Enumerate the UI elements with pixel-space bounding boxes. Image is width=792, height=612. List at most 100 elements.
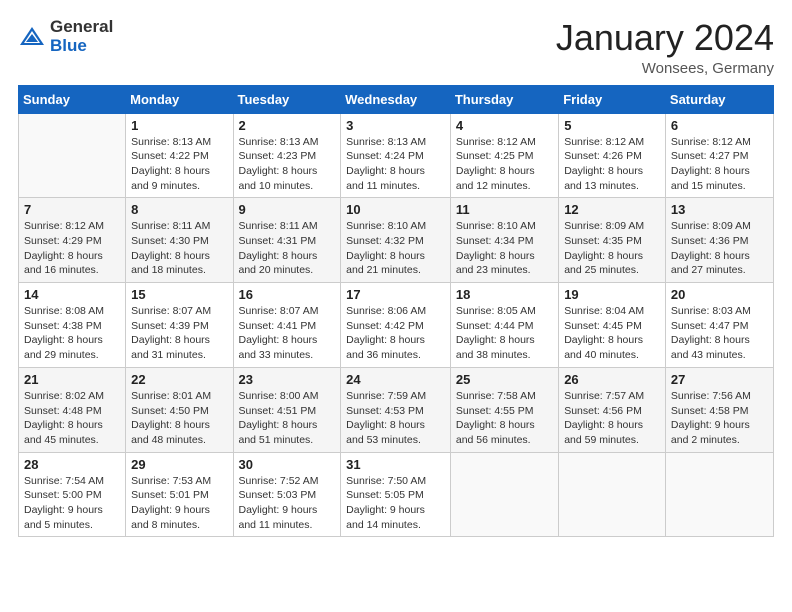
day-number: 25 [456, 372, 553, 387]
logo-blue-text: Blue [50, 37, 113, 56]
day-number: 14 [24, 287, 120, 302]
logo-icon [18, 23, 46, 51]
calendar-cell: 31Sunrise: 7:50 AM Sunset: 5:05 PM Dayli… [341, 452, 451, 537]
day-info: Sunrise: 8:12 AM Sunset: 4:26 PM Dayligh… [564, 135, 660, 194]
calendar-cell: 23 Sunrise: 8:00 AM Sunset: 4:51 PM Dayli… [233, 367, 341, 452]
calendar-cell: 25 Sunrise: 7:58 AM Sunset: 4:55 PM Dayli… [450, 367, 558, 452]
calendar-cell: 2 Sunrise: 8:13 AM Sunset: 4:23 PM Daylig… [233, 113, 341, 198]
calendar-cell: 28Sunrise: 7:54 AM Sunset: 5:00 PM Dayli… [19, 452, 126, 537]
calendar-table: SundayMondayTuesdayWednesdayThursdayFrid… [18, 85, 774, 538]
day-number: 13 [671, 202, 768, 217]
calendar-cell: 18 Sunrise: 8:05 AM Sunset: 4:44 PM Dayli… [450, 283, 558, 368]
title-block: January 2024 Wonsees, Germany [556, 18, 774, 77]
day-info: Sunrise: 8:02 AM Sunset: 4:48 PM Dayligh… [24, 389, 120, 448]
day-info: Sunrise: 8:09 AM Sunset: 4:35 PM Dayligh… [564, 219, 660, 278]
calendar-week-row: 28Sunrise: 7:54 AM Sunset: 5:00 PM Dayli… [19, 452, 774, 537]
calendar-cell: 7Sunrise: 8:12 AM Sunset: 4:29 PM Daylig… [19, 198, 126, 283]
day-number: 4 [456, 118, 553, 133]
day-number: 16 [239, 287, 336, 302]
calendar-cell: 14 Sunrise: 8:08 AM Sunset: 4:38 PM Dayli… [19, 283, 126, 368]
calendar-cell: 21 Sunrise: 8:02 AM Sunset: 4:48 PM Dayli… [19, 367, 126, 452]
day-info: Sunrise: 7:53 AM Sunset: 5:01 PM Dayligh… [131, 474, 227, 533]
day-number: 17 [346, 287, 445, 302]
day-info: Sunrise: 7:50 AM Sunset: 5:05 PM Dayligh… [346, 474, 445, 533]
day-info: Sunrise: 8:11 AM Sunset: 4:30 PM Dayligh… [131, 219, 227, 278]
day-info: Sunrise: 7:54 AM Sunset: 5:00 PM Dayligh… [24, 474, 120, 533]
weekday-header-sunday: Sunday [19, 85, 126, 113]
calendar-cell: 6Sunrise: 8:12 AM Sunset: 4:27 PM Daylig… [665, 113, 773, 198]
day-number: 29 [131, 457, 227, 472]
calendar-cell: 24 Sunrise: 7:59 AM Sunset: 4:53 PM Dayli… [341, 367, 451, 452]
calendar-cell: 17 Sunrise: 8:06 AM Sunset: 4:42 PM Dayli… [341, 283, 451, 368]
day-info: Sunrise: 8:10 AM Sunset: 4:34 PM Dayligh… [456, 219, 553, 278]
calendar-cell: 13 Sunrise: 8:09 AM Sunset: 4:36 PM Dayli… [665, 198, 773, 283]
day-info: Sunrise: 8:12 AM Sunset: 4:25 PM Dayligh… [456, 135, 553, 194]
logo-general-text: General [50, 18, 113, 37]
day-info: Sunrise: 8:09 AM Sunset: 4:36 PM Dayligh… [671, 219, 768, 278]
calendar-cell [559, 452, 666, 537]
calendar-cell: 11Sunrise: 8:10 AM Sunset: 4:34 PM Dayli… [450, 198, 558, 283]
day-number: 8 [131, 202, 227, 217]
day-number: 3 [346, 118, 445, 133]
calendar-cell: 16Sunrise: 8:07 AM Sunset: 4:41 PM Dayli… [233, 283, 341, 368]
day-info: Sunrise: 8:13 AM Sunset: 4:23 PM Dayligh… [239, 135, 336, 194]
day-info: Sunrise: 8:00 AM Sunset: 4:51 PM Dayligh… [239, 389, 336, 448]
calendar-cell: 27Sunrise: 7:56 AM Sunset: 4:58 PM Dayli… [665, 367, 773, 452]
calendar-cell: 4 Sunrise: 8:12 AM Sunset: 4:25 PM Daylig… [450, 113, 558, 198]
page-header: General Blue January 2024 Wonsees, Germa… [18, 18, 774, 77]
calendar-week-row: 14 Sunrise: 8:08 AM Sunset: 4:38 PM Dayli… [19, 283, 774, 368]
day-info: Sunrise: 8:13 AM Sunset: 4:24 PM Dayligh… [346, 135, 445, 194]
day-info: Sunrise: 8:05 AM Sunset: 4:44 PM Dayligh… [456, 304, 553, 363]
calendar-week-row: 21 Sunrise: 8:02 AM Sunset: 4:48 PM Dayli… [19, 367, 774, 452]
calendar-cell [450, 452, 558, 537]
calendar-page: General Blue January 2024 Wonsees, Germa… [0, 0, 792, 612]
day-number: 20 [671, 287, 768, 302]
day-number: 27 [671, 372, 768, 387]
day-info: Sunrise: 8:01 AM Sunset: 4:50 PM Dayligh… [131, 389, 227, 448]
calendar-cell: 26Sunrise: 7:57 AM Sunset: 4:56 PM Dayli… [559, 367, 666, 452]
calendar-week-row: 7Sunrise: 8:12 AM Sunset: 4:29 PM Daylig… [19, 198, 774, 283]
logo: General Blue [18, 18, 113, 55]
day-number: 7 [24, 202, 120, 217]
day-number: 26 [564, 372, 660, 387]
day-info: Sunrise: 7:59 AM Sunset: 4:53 PM Dayligh… [346, 389, 445, 448]
day-number: 23 [239, 372, 336, 387]
day-info: Sunrise: 8:13 AM Sunset: 4:22 PM Dayligh… [131, 135, 227, 194]
day-number: 2 [239, 118, 336, 133]
calendar-cell: 8 Sunrise: 8:11 AM Sunset: 4:30 PM Daylig… [126, 198, 233, 283]
day-info: Sunrise: 8:08 AM Sunset: 4:38 PM Dayligh… [24, 304, 120, 363]
day-number: 30 [239, 457, 336, 472]
day-number: 6 [671, 118, 768, 133]
day-info: Sunrise: 7:52 AM Sunset: 5:03 PM Dayligh… [239, 474, 336, 533]
weekday-header-monday: Monday [126, 85, 233, 113]
calendar-cell: 5 Sunrise: 8:12 AM Sunset: 4:26 PM Daylig… [559, 113, 666, 198]
day-info: Sunrise: 8:11 AM Sunset: 4:31 PM Dayligh… [239, 219, 336, 278]
calendar-cell: 22 Sunrise: 8:01 AM Sunset: 4:50 PM Dayli… [126, 367, 233, 452]
day-info: Sunrise: 8:07 AM Sunset: 4:39 PM Dayligh… [131, 304, 227, 363]
day-info: Sunrise: 8:06 AM Sunset: 4:42 PM Dayligh… [346, 304, 445, 363]
month-title: January 2024 [556, 18, 774, 58]
day-number: 18 [456, 287, 553, 302]
day-info: Sunrise: 8:04 AM Sunset: 4:45 PM Dayligh… [564, 304, 660, 363]
weekday-header-row: SundayMondayTuesdayWednesdayThursdayFrid… [19, 85, 774, 113]
day-number: 22 [131, 372, 227, 387]
calendar-cell [19, 113, 126, 198]
calendar-cell: 29 Sunrise: 7:53 AM Sunset: 5:01 PM Dayli… [126, 452, 233, 537]
day-number: 15 [131, 287, 227, 302]
day-number: 9 [239, 202, 336, 217]
calendar-cell: 19 Sunrise: 8:04 AM Sunset: 4:45 PM Dayli… [559, 283, 666, 368]
weekday-header-wednesday: Wednesday [341, 85, 451, 113]
calendar-cell: 12Sunrise: 8:09 AM Sunset: 4:35 PM Dayli… [559, 198, 666, 283]
day-number: 1 [131, 118, 227, 133]
day-number: 21 [24, 372, 120, 387]
day-number: 19 [564, 287, 660, 302]
day-info: Sunrise: 8:03 AM Sunset: 4:47 PM Dayligh… [671, 304, 768, 363]
weekday-header-thursday: Thursday [450, 85, 558, 113]
day-number: 24 [346, 372, 445, 387]
calendar-cell: 30 Sunrise: 7:52 AM Sunset: 5:03 PM Dayli… [233, 452, 341, 537]
location-label: Wonsees, Germany [556, 60, 774, 77]
weekday-header-friday: Friday [559, 85, 666, 113]
day-info: Sunrise: 7:58 AM Sunset: 4:55 PM Dayligh… [456, 389, 553, 448]
calendar-cell: 9 Sunrise: 8:11 AM Sunset: 4:31 PM Daylig… [233, 198, 341, 283]
day-number: 5 [564, 118, 660, 133]
